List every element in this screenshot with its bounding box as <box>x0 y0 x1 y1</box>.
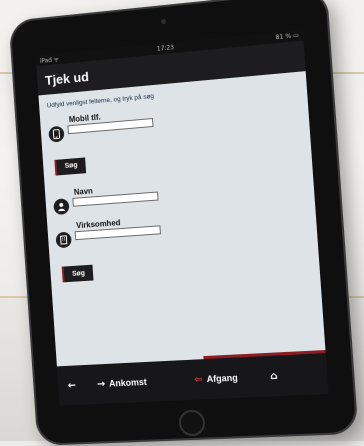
home-icon: ⌂ <box>269 370 278 382</box>
arrival-label: Ankomst <box>108 376 148 389</box>
building-icon <box>55 231 72 248</box>
back-button[interactable]: ← <box>67 380 76 391</box>
search-button-mobile[interactable]: Søg <box>54 156 87 176</box>
camera <box>160 18 167 25</box>
arrow-right-icon: → <box>96 378 106 390</box>
departure-button[interactable]: ⇦ Afgang <box>193 372 239 386</box>
search-button-name[interactable]: Søg <box>61 264 94 283</box>
departure-label: Afgang <box>206 372 239 385</box>
tablet-frame: iPad ᯤ 17:23 81 % ▭ Tjek ud Udfyld venli… <box>8 0 359 446</box>
home-button[interactable]: ⌂ <box>270 370 278 381</box>
arrow-left-icon: ← <box>67 379 77 391</box>
app-screen: iPad ᯤ 17:23 81 % ▭ Tjek ud Udfyld venli… <box>35 29 329 406</box>
name-label: Navn <box>73 186 94 197</box>
device-home-button[interactable] <box>178 409 206 437</box>
status-time: 17:23 <box>156 44 175 53</box>
checkout-form: Udfyld venligst felterne, og tryk på søg… <box>38 71 326 371</box>
person-icon <box>53 197 70 215</box>
status-carrier: iPad ᯤ <box>39 55 60 65</box>
phone-icon <box>48 125 65 143</box>
status-battery: 81 % ▭ <box>275 31 300 42</box>
exit-icon: ⇦ <box>193 373 204 386</box>
arrival-button[interactable]: → Ankomst <box>96 376 148 390</box>
page-title: Tjek ud <box>44 68 90 88</box>
